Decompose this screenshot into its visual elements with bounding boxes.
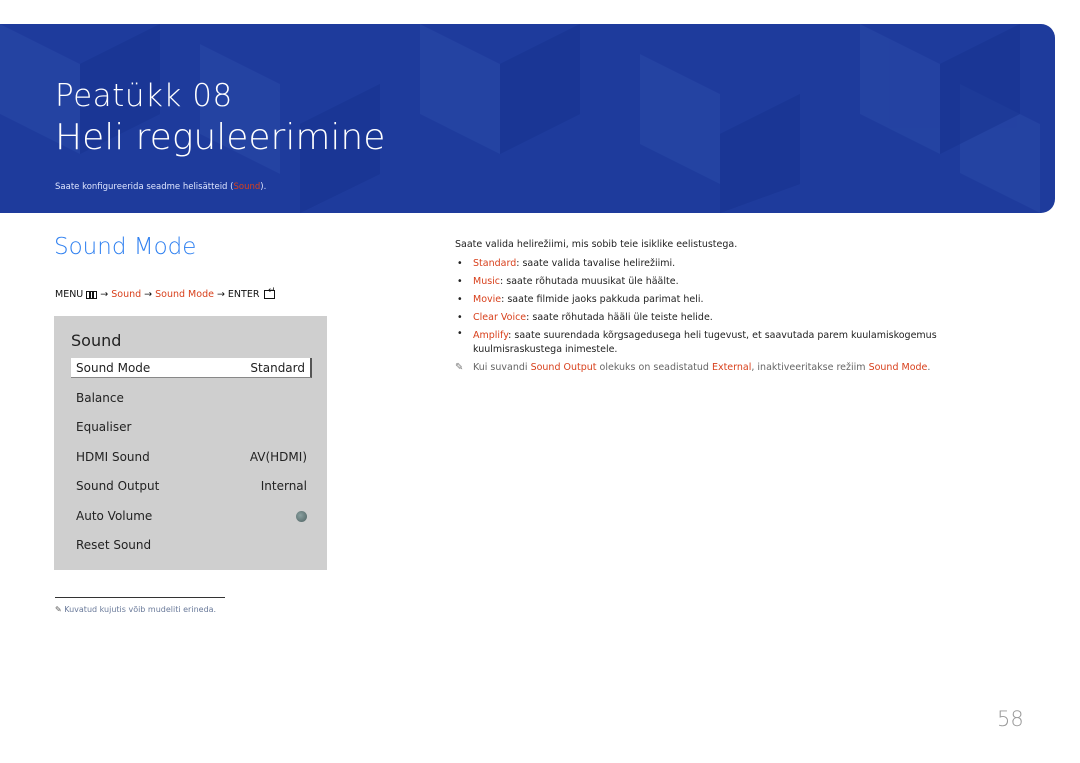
menu-label: MENU <box>55 289 84 300</box>
list-item: Music: saate rõhutada muusikat üle häält… <box>455 273 1015 291</box>
list-item: Amplify: saate suurendada kõrgsagedusega… <box>455 327 973 359</box>
term: Standard <box>473 258 517 269</box>
note-text: olekuks on seadistatud <box>596 362 712 373</box>
item-label: Sound Output <box>76 479 160 493</box>
item-label: Reset Sound <box>76 538 152 552</box>
list-item: Standard: saate valida tavalise helireži… <box>455 255 1015 273</box>
term-desc: : saate valida tavalise helirežiimi. <box>516 258 676 269</box>
arrow: → <box>216 289 225 300</box>
item-label: Balance <box>76 391 124 405</box>
subtitle-text: Saate konfigureerida seadme helisätteid … <box>55 182 234 192</box>
term-desc: : saate filmide jaoks pakkuda parimat he… <box>501 294 704 305</box>
menu-icon <box>86 290 98 299</box>
note-text: . <box>927 362 931 373</box>
menu-item-balance[interactable]: Balance <box>71 388 312 408</box>
menu-path: MENU → Sound → Sound Mode → ENTER <box>55 286 276 300</box>
item-value: Internal <box>260 479 307 493</box>
footnote: ✎ Kuvatud kujutis võib mudeliti erineda. <box>55 605 216 614</box>
chapter-subtitle: Saate konfigureerida seadme helisätteid … <box>55 182 266 192</box>
path-step-sound-mode: Sound Mode <box>155 289 214 300</box>
page-number: 58 <box>997 707 1024 731</box>
term: Movie <box>473 294 502 305</box>
menu-item-equaliser[interactable]: Equaliser <box>71 417 312 437</box>
intro-text: Saate valida helirežiimi, mis sobib teie… <box>455 239 738 250</box>
chapter-banner: Peatükk 08 Heli reguleerimine Saate konf… <box>0 24 1055 213</box>
item-value: AV(HDMI) <box>249 450 307 464</box>
term: Music <box>473 276 501 287</box>
subtitle-text-end: ). <box>260 182 267 192</box>
menu-item-sound-mode[interactable]: Sound Mode Standard <box>71 358 312 378</box>
list-item: Movie: saate filmide jaoks pakkuda parim… <box>455 291 1015 309</box>
enter-icon <box>264 286 276 299</box>
item-label: HDMI Sound <box>76 450 150 464</box>
panel-title: Sound <box>71 331 122 350</box>
menu-item-sound-output[interactable]: Sound Output Internal <box>71 476 312 496</box>
arrow: → <box>100 289 109 300</box>
subtitle-link[interactable]: Sound <box>233 182 260 192</box>
toggle-indicator-icon[interactable] <box>296 510 307 522</box>
note-term: Sound Output <box>530 362 597 373</box>
pencil-note-icon: ✎ <box>55 605 62 614</box>
chapter-number: Peatükk 08 <box>55 78 233 114</box>
menu-item-reset-sound[interactable]: Reset Sound <box>71 535 312 555</box>
arrow: → <box>144 289 153 300</box>
item-label: Auto Volume <box>76 509 153 523</box>
section-title: Sound Mode <box>54 234 197 260</box>
note-text: , inaktiveeritakse režiim <box>751 362 869 373</box>
note-term: External <box>711 362 752 373</box>
list-item: Clear Voice: saate rõhutada hääli üle te… <box>455 309 1015 327</box>
item-value: Standard <box>250 360 305 375</box>
enter-label: ENTER <box>227 289 260 300</box>
menu-item-auto-volume[interactable]: Auto Volume <box>71 506 312 526</box>
menu-item-hdmi-sound[interactable]: HDMI Sound AV(HDMI) <box>71 447 312 467</box>
term: Clear Voice <box>473 312 527 323</box>
item-label: Sound Mode <box>76 360 151 375</box>
term-desc: : saate rõhutada hääli üle teiste helide… <box>526 312 713 323</box>
term-desc: : saate rõhutada muusikat üle häälte. <box>500 276 679 287</box>
footnote-divider <box>55 597 225 598</box>
item-label: Equaliser <box>76 420 132 434</box>
term-desc: : saate suurendada kõrgsagedusega heli t… <box>473 330 937 355</box>
term: Amplify <box>473 330 509 341</box>
mode-list: Standard: saate valida tavalise helireži… <box>455 255 1015 359</box>
footnote-text: Kuvatud kujutis võib mudeliti erineda. <box>64 605 217 614</box>
description: Saate valida helirežiimi, mis sobib teie… <box>455 236 1015 377</box>
pencil-note-icon: ✎ <box>455 362 464 373</box>
note-text: Kui suvandi <box>473 362 531 373</box>
path-step-sound: Sound <box>111 289 142 300</box>
sound-menu-panel: Sound Sound Mode Standard Balance Equali… <box>54 316 327 570</box>
note-term: Sound Mode <box>868 362 928 373</box>
note: ✎ Kui suvandi Sound Output olekuks on se… <box>455 359 1015 377</box>
chapter-title: Heli reguleerimine <box>55 117 386 158</box>
